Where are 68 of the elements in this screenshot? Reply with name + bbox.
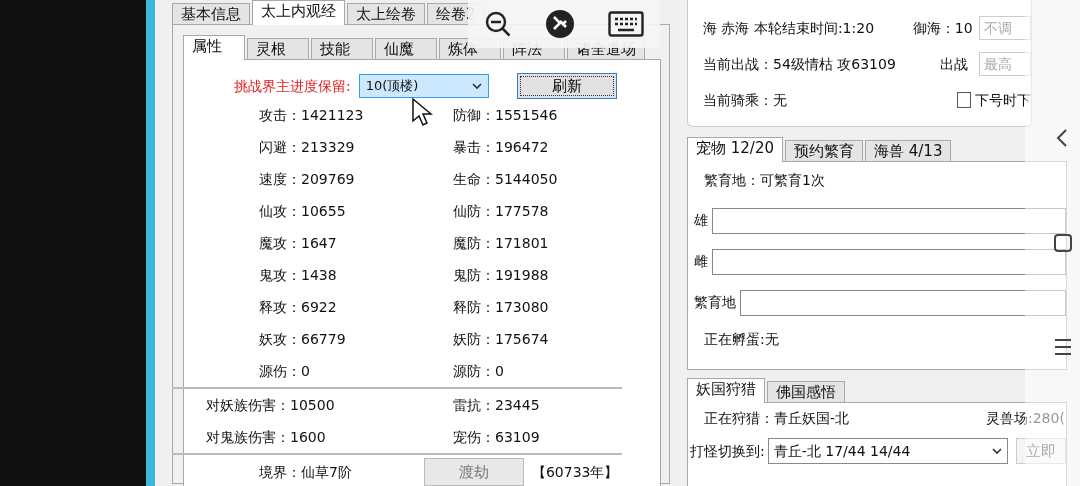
stat-text: 对妖族伤害：10500	[206, 396, 335, 415]
stat-text: 源防：0	[453, 362, 504, 381]
checkbox[interactable]	[956, 92, 971, 108]
beast-field-text: 灵兽场:280(	[986, 408, 1065, 428]
stat-text: 防御：1551546	[453, 106, 558, 125]
stat-text: 魔攻：1647	[259, 234, 337, 253]
stat-text: 仙攻：10655	[259, 202, 346, 221]
field-label: 御海：10	[912, 18, 974, 38]
breeding-status: 繁育地：可繁育1次	[703, 171, 826, 190]
cursor-icon	[411, 97, 433, 127]
stat-text: 妖防：175674	[453, 330, 549, 349]
progress-dropdown[interactable]: 10(顶楼)	[358, 74, 489, 98]
field-label: 打怪切换到:	[690, 441, 765, 461]
stat-text: 攻击：1421123	[259, 106, 364, 125]
sea-info: 海 赤海 本轮结束时间:1:20	[703, 18, 876, 38]
tab[interactable]: 技能	[311, 38, 373, 59]
tab[interactable]: 仙魔	[375, 38, 437, 59]
stat-text: 暴击：196472	[453, 138, 549, 157]
years-text: 【60733年】	[531, 462, 619, 482]
stat-text: 魔防：171801	[453, 234, 549, 253]
realm-text: 境界：仙草7阶	[259, 462, 352, 482]
tab[interactable]: 预约繁育	[785, 140, 863, 161]
mount-info: 当前骑乘：无	[703, 90, 788, 110]
hatching-status: 正在孵蛋:无	[703, 330, 780, 349]
menu-icon[interactable]	[1054, 338, 1072, 356]
stat-text: 雷抗：23445	[453, 396, 540, 415]
stat-text: 仙防：177578	[453, 202, 549, 221]
stat-text: 对鬼族伤害：1600	[206, 428, 326, 447]
keyboard-icon[interactable]	[607, 11, 644, 37]
tab[interactable]: 基本信息	[172, 3, 250, 24]
remote-desktop-icon[interactable]	[545, 9, 575, 39]
checkbox-label: 下号时下	[975, 90, 1031, 110]
tab[interactable]: 属性	[183, 35, 245, 60]
back-icon[interactable]	[1054, 128, 1070, 148]
refresh-button[interactable]: 刷新	[516, 73, 617, 99]
stat-text: 释防：173080	[453, 298, 549, 317]
caret-icon	[471, 82, 482, 90]
field-label: 雄	[694, 211, 708, 230]
tab[interactable]: 妖国狩猎	[687, 378, 765, 403]
stat-text: 释攻：6922	[259, 298, 337, 317]
tab[interactable]: 太上内观经	[252, 0, 345, 25]
field-label: 雌	[694, 252, 708, 271]
tab[interactable]: 宠物 12/20	[687, 137, 783, 162]
field-label: 挑战界主进度保留:	[234, 76, 351, 96]
battle-info: 当前出战：54级情枯 攻63109	[703, 54, 897, 74]
stat-text: 妖攻：66779	[259, 330, 346, 349]
stat-text: 宠伤：63109	[453, 428, 540, 447]
tab[interactable]: 灵根	[247, 38, 309, 59]
stat-text: 鬼攻：1438	[259, 266, 337, 285]
dropdown-field[interactable]	[712, 248, 1066, 275]
dropdown-field[interactable]	[740, 289, 1066, 316]
tab[interactable]: 佛国感悟	[767, 381, 845, 402]
stat-text: 源伤：0	[259, 362, 310, 381]
field-label: 繁育地	[694, 293, 736, 312]
square-icon[interactable]	[1054, 234, 1072, 252]
stat-text: 速度：209769	[259, 170, 355, 189]
hunting-status: 正在狩猎：青丘妖国-北	[704, 408, 851, 428]
stat-text: 鬼防：191988	[453, 266, 549, 285]
tab[interactable]: 太上绘卷	[347, 3, 425, 24]
stat-text: 闪避：213329	[259, 138, 355, 157]
tribulation-button[interactable]: 渡劫	[423, 458, 524, 486]
tab[interactable]: 海兽 4/13	[865, 140, 952, 161]
zoom-out-icon[interactable]	[484, 10, 513, 38]
field-label: 出战	[940, 54, 970, 74]
dropdown-field[interactable]	[712, 207, 1066, 234]
caret-icon	[992, 447, 1003, 455]
stat-text: 生命：5144050	[453, 170, 558, 189]
area-dropdown[interactable]: 青丘-北 17/44 14/44	[767, 438, 1009, 464]
